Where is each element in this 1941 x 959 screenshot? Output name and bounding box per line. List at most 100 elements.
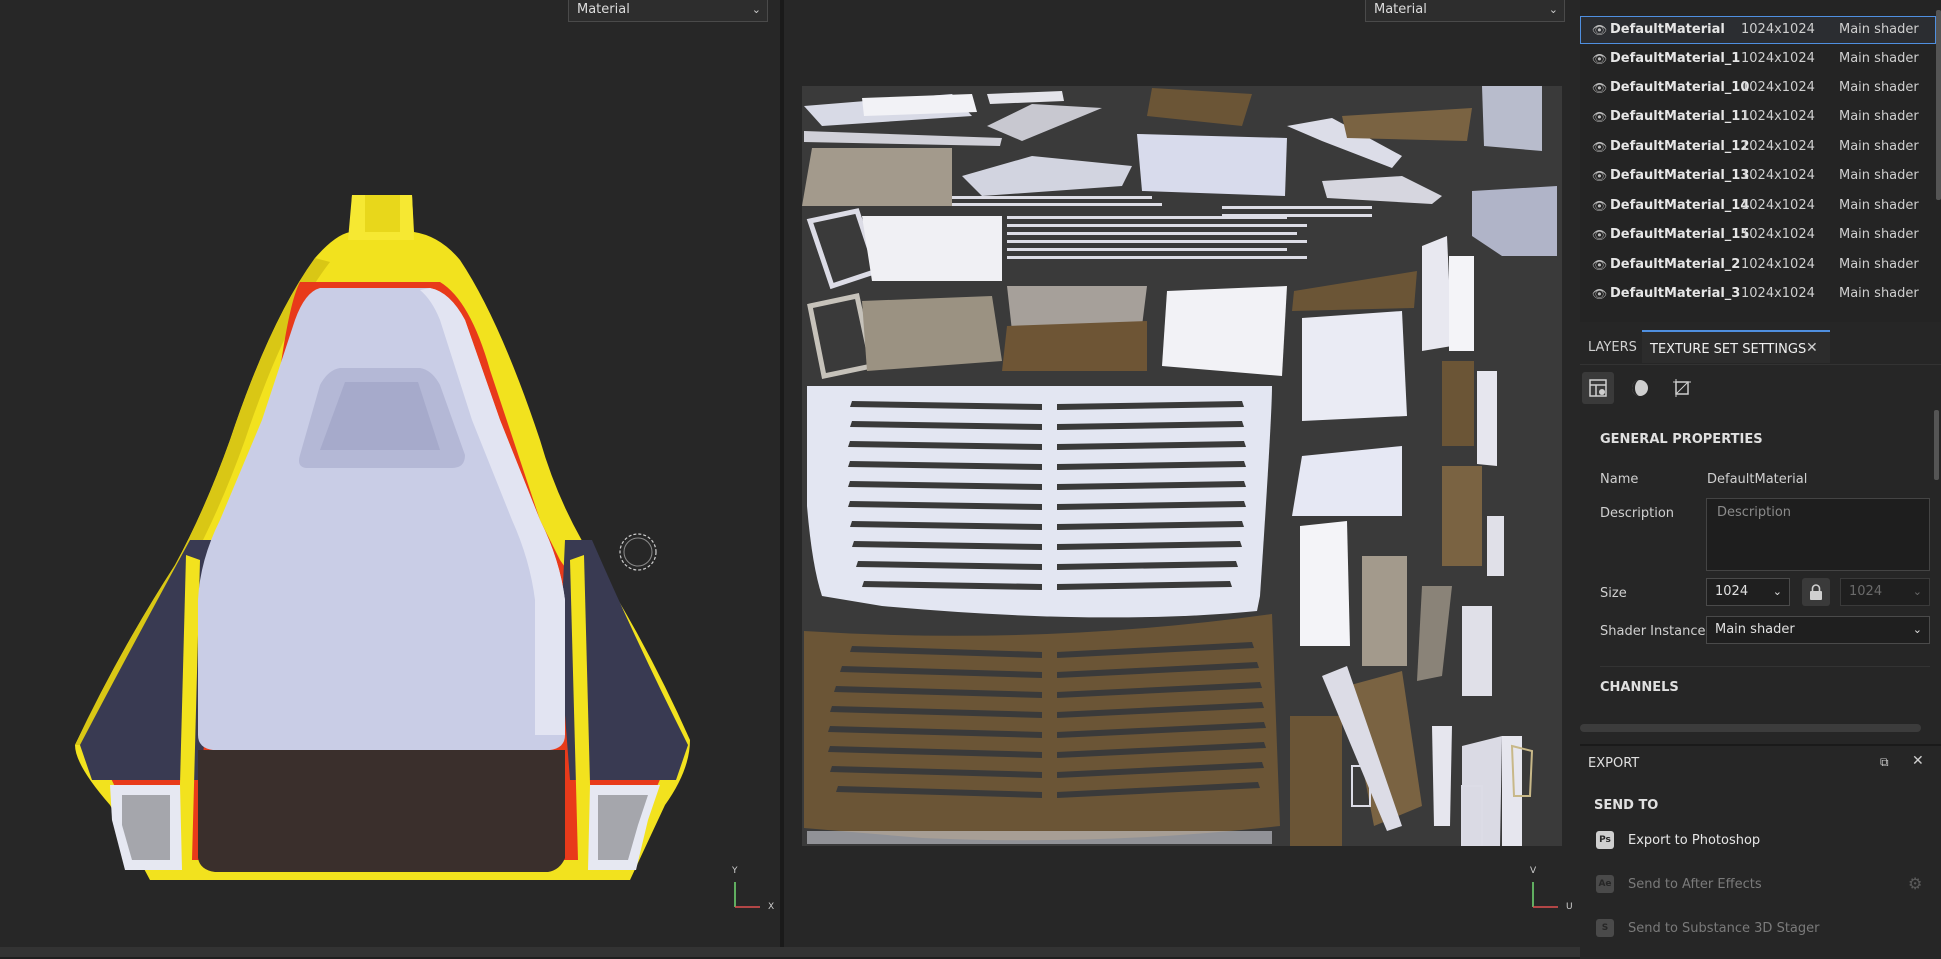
eye-icon[interactable]: 👁 xyxy=(1592,192,1608,220)
texture-set-row[interactable]: 👁 DefaultMaterial_12 1024x1024 Main shad… xyxy=(1580,133,1936,161)
texture-set-name: DefaultMaterial_10 xyxy=(1610,80,1750,95)
size-locked-select: 1024 ⌄ xyxy=(1840,578,1930,606)
texture-set-shader: Main shader xyxy=(1839,257,1919,272)
texture-set-row[interactable]: 👁 DefaultMaterial_10 1024x1024 Main shad… xyxy=(1580,74,1936,102)
eye-icon[interactable]: 👁 xyxy=(1592,74,1608,102)
send-to-stager-button[interactable]: S Send to Substance 3D Stager xyxy=(1592,916,1922,942)
close-icon[interactable]: ✕ xyxy=(1912,753,1924,769)
texture-set-resolution: 1024x1024 xyxy=(1741,80,1815,95)
texture-set-row[interactable]: 👁 DefaultMaterial_2 1024x1024 Main shade… xyxy=(1580,251,1936,279)
axis-y-label: Y xyxy=(732,866,738,876)
status-bar xyxy=(0,947,1580,957)
general-properties-heading: GENERAL PROPERTIES xyxy=(1600,432,1763,447)
chevron-down-icon: ⌄ xyxy=(1548,3,1558,16)
texture-set-resolution: 1024x1024 xyxy=(1741,109,1815,124)
texture-set-resolution: 1024x1024 xyxy=(1741,51,1815,66)
texture-set-resolution: 1024x1024 xyxy=(1741,286,1815,301)
shader-instance-label: Shader Instance xyxy=(1600,624,1706,639)
texture-set-shader: Main shader xyxy=(1839,109,1919,124)
texture-set-row[interactable]: 👁 DefaultMaterial_14 1024x1024 Main shad… xyxy=(1580,192,1936,220)
export-panel: EXPORT ⧉ ✕ SEND TO Ps Export to Photosho… xyxy=(1580,744,1941,959)
lock-icon xyxy=(1810,584,1822,600)
photoshop-icon: Ps xyxy=(1596,831,1614,849)
uv-texture-map[interactable] xyxy=(802,86,1562,846)
chevron-down-icon: ⌄ xyxy=(1772,585,1782,598)
texture-set-row[interactable]: 👁 DefaultMaterial_15 1024x1024 Main shad… xyxy=(1580,221,1936,249)
texture-set-shader: Main shader xyxy=(1839,227,1919,242)
texture-set-name: DefaultMaterial_11 xyxy=(1610,109,1750,124)
after-effects-icon: Ae xyxy=(1596,875,1614,893)
eye-icon[interactable]: 👁 xyxy=(1592,162,1608,190)
eye-icon[interactable]: 👁 xyxy=(1592,45,1608,73)
texture-set-resolution: 1024x1024 xyxy=(1741,168,1815,183)
description-label: Description xyxy=(1600,506,1675,521)
close-tab-icon[interactable]: ✕ xyxy=(1806,330,1818,363)
eye-icon[interactable]: 👁 xyxy=(1592,16,1608,44)
description-field[interactable]: Description xyxy=(1706,498,1930,571)
eye-icon[interactable]: 👁 xyxy=(1592,280,1608,308)
texture-set-toolbar xyxy=(1580,368,1941,408)
texture-set-row[interactable]: 👁 DefaultMaterial_3 1024x1024 Main shade… xyxy=(1580,280,1936,308)
export-item-label: Send to After Effects xyxy=(1628,877,1762,892)
channels-heading: CHANNELS xyxy=(1600,680,1679,695)
texture-set-list: 👁 DefaultMaterial 1024x1024 Main shader … xyxy=(1580,0,1941,322)
eye-icon[interactable]: 👁 xyxy=(1592,221,1608,249)
texture-set-name: DefaultMaterial_1 xyxy=(1610,51,1741,66)
gear-icon[interactable]: ⚙ xyxy=(1908,874,1922,893)
material-sphere-icon xyxy=(1632,380,1648,396)
chevron-down-icon: ⌄ xyxy=(1912,585,1922,598)
properties-horizontal-scrollbar[interactable] xyxy=(1580,724,1921,732)
uv-axis-gizmo xyxy=(1532,882,1558,908)
uv-bounds-button[interactable] xyxy=(1666,372,1698,404)
axis-u-label: U xyxy=(1566,902,1573,912)
name-value: DefaultMaterial xyxy=(1707,472,1808,487)
grid-settings-icon xyxy=(1589,379,1607,397)
tab-texture-set-settings-label: TEXTURE SET SETTINGS xyxy=(1650,342,1807,357)
size-lock-button[interactable] xyxy=(1802,578,1830,606)
texture-set-shader: Main shader xyxy=(1839,198,1919,213)
shader-instance-select[interactable]: Main shader ⌄ xyxy=(1706,616,1930,644)
send-to-after-effects-button[interactable]: Ae Send to After Effects xyxy=(1592,872,1922,898)
chevron-down-icon: ⌄ xyxy=(1912,623,1922,636)
3d-viewport[interactable]: Material ⌄ Y X xyxy=(0,0,780,947)
eye-icon[interactable]: 👁 xyxy=(1592,133,1608,161)
size-select[interactable]: 1024 ⌄ xyxy=(1706,578,1790,606)
eye-icon[interactable]: 👁 xyxy=(1592,103,1608,131)
export-title: EXPORT xyxy=(1588,756,1640,771)
texture-set-row[interactable]: 👁 DefaultMaterial_1 1024x1024 Main shade… xyxy=(1580,45,1936,73)
texture-set-list-scrollbar[interactable] xyxy=(1936,10,1941,200)
texture-set-resolution: 1024x1024 xyxy=(1741,139,1815,154)
texture-set-properties: GENERAL PROPERTIES Name DefaultMaterial … xyxy=(1580,410,1941,730)
2d-viewport-mode-select[interactable]: Material ⌄ xyxy=(1365,0,1565,22)
texture-set-row[interactable]: 👁 DefaultMaterial 1024x1024 Main shader xyxy=(1580,16,1936,44)
texture-set-row[interactable]: 👁 DefaultMaterial_11 1024x1024 Main shad… xyxy=(1580,103,1936,131)
export-item-label: Export to Photoshop xyxy=(1628,833,1761,848)
shader-instance-value: Main shader xyxy=(1715,622,1795,637)
tab-texture-set-settings[interactable]: TEXTURE SET SETTINGS xyxy=(1642,330,1830,363)
texture-set-name: DefaultMaterial_3 xyxy=(1610,286,1741,301)
popout-icon[interactable]: ⧉ xyxy=(1880,755,1889,770)
name-label: Name xyxy=(1600,472,1639,487)
texture-set-resolution: 1024x1024 xyxy=(1741,198,1815,213)
3d-axis-gizmo xyxy=(734,882,760,908)
texture-set-row[interactable]: 👁 DefaultMaterial_13 1024x1024 Main shad… xyxy=(1580,162,1936,190)
texture-set-shader: Main shader xyxy=(1839,51,1919,66)
axis-v-label: V xyxy=(1530,866,1537,876)
eye-icon[interactable]: 👁 xyxy=(1592,251,1608,279)
3d-mesh-model[interactable] xyxy=(0,0,780,947)
properties-scrollbar[interactable] xyxy=(1934,410,1939,480)
stager-icon: S xyxy=(1596,919,1614,937)
tab-layers-label: LAYERS xyxy=(1588,340,1637,355)
tab-layers[interactable]: LAYERS xyxy=(1588,330,1637,363)
texture-set-shader: Main shader xyxy=(1839,80,1919,95)
2d-uv-viewport[interactable]: Material ⌄ V U xyxy=(784,0,1580,947)
settings-grid-button[interactable] xyxy=(1582,372,1614,404)
texture-set-resolution: 1024x1024 xyxy=(1741,227,1815,242)
texture-set-shader: Main shader xyxy=(1839,139,1919,154)
material-ball-button[interactable] xyxy=(1624,372,1656,404)
texture-set-shader: Main shader xyxy=(1839,286,1919,301)
texture-set-resolution: 1024x1024 xyxy=(1741,257,1815,272)
export-to-photoshop-button[interactable]: Ps Export to Photoshop xyxy=(1592,828,1922,854)
export-item-label: Send to Substance 3D Stager xyxy=(1628,921,1820,936)
send-to-heading: SEND TO xyxy=(1594,798,1659,813)
